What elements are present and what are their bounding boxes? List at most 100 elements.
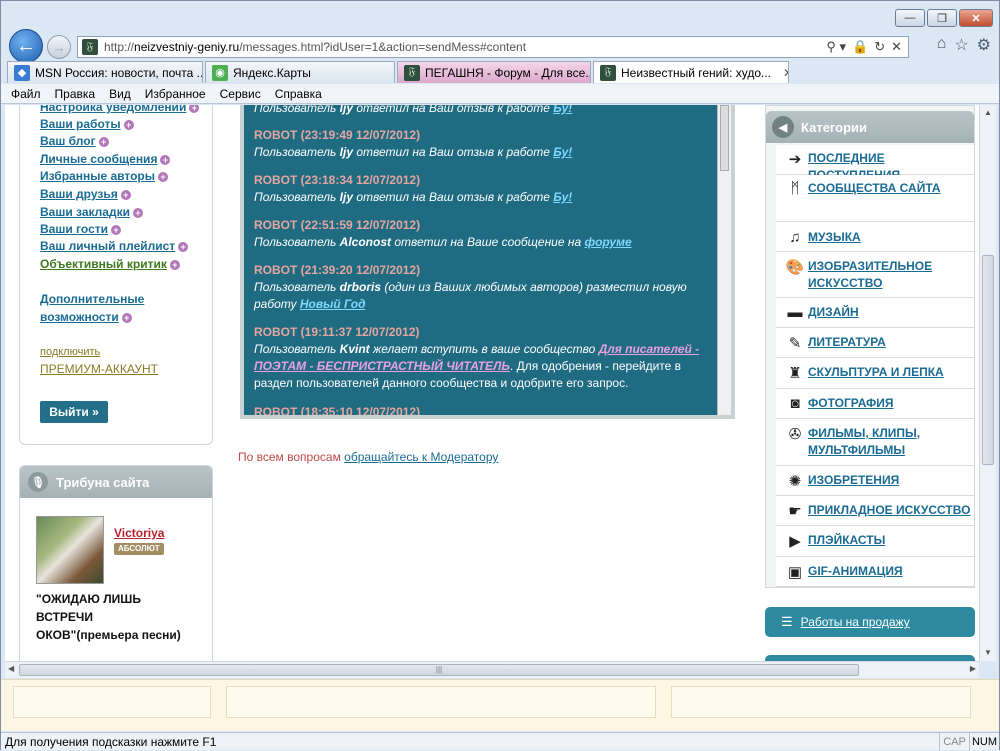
tab-label: ПЕГАШНЯ - Форум - Для все... — [425, 65, 591, 80]
messages-list[interactable]: Пользователь Ijy ответил на Ваш отзыв к … — [240, 105, 735, 419]
message-link[interactable]: форуме — [584, 235, 631, 249]
link-connect[interactable]: подключить — [40, 346, 100, 358]
category-design[interactable]: ▬ ДИЗАЙН — [776, 298, 974, 328]
menu-file[interactable]: Файл — [11, 87, 41, 101]
avatar[interactable] — [36, 516, 104, 584]
page-vertical-scrollbar[interactable]: ▲ ▼ — [979, 105, 996, 661]
scroll-left-icon[interactable]: ◀ — [8, 664, 14, 673]
browser-window: — ❐ ✕ ← → 𝔉 http://neizvestniy-geniy.ru/… — [0, 0, 1000, 751]
window-caption-buttons: — ❐ ✕ — [895, 9, 993, 27]
tab-forum[interactable]: 𝔉 ПЕГАШНЯ - Форум - Для все... — [397, 61, 591, 83]
message-link[interactable]: Бу! — [553, 145, 572, 159]
minimize-button[interactable]: — — [895, 9, 925, 27]
category-music[interactable]: ♫ МУЗЫКА — [776, 222, 974, 252]
page-horizontal-scrollbar[interactable]: ◀ ||| ▶ — [5, 661, 979, 678]
page-footer-strip — [1, 679, 999, 731]
link-personal-playlist[interactable]: Ваш личный плейлист + — [40, 239, 189, 253]
plus-icon: + — [157, 171, 168, 182]
favorites-star-icon[interactable]: ☆ — [954, 35, 968, 55]
address-url[interactable]: http://neizvestniy-geniy.ru/messages.htm… — [104, 40, 526, 54]
link-private-messages[interactable]: Личные сообщения + — [40, 152, 171, 166]
scroll-down-icon[interactable]: ▼ — [980, 645, 996, 661]
tribune-user-link[interactable]: Victoriya — [114, 526, 164, 540]
scroll-right-icon[interactable]: ▶ — [970, 664, 976, 673]
menu-tools[interactable]: Сервис — [220, 87, 261, 101]
tribune-quote[interactable]: "ОЖИДАЮ ЛИШЬ ВСТРЕЧИ ОКОВ"(премьера песн… — [36, 590, 206, 644]
scroll-thumb[interactable] — [720, 105, 729, 171]
sale-label: Работы на продажу — [800, 615, 910, 629]
gear-icon[interactable]: ⚙ — [977, 35, 991, 55]
home-icon[interactable]: ⌂ — [937, 35, 947, 55]
menu-help[interactable]: Справка — [275, 87, 322, 101]
status-bar: Для получения подсказки нажмите F1 CAP N… — [1, 732, 999, 751]
message-body: Пользователь Ijy ответил на Ваш отзыв к … — [254, 105, 714, 117]
scroll-thumb[interactable] — [982, 255, 994, 465]
link-your-blog[interactable]: Ваш блог + — [40, 134, 109, 148]
close-window-button[interactable]: ✕ — [959, 9, 993, 27]
link-your-guests[interactable]: Ваши гости + — [40, 222, 121, 236]
camera-icon: ◙ — [790, 395, 800, 412]
works-for-sale-button[interactable]: ☰ Работы на продажу — [765, 607, 975, 637]
menu-favorites[interactable]: Избранное — [145, 87, 206, 101]
category-sculpture[interactable]: ♜ СКУЛЬПТУРА И ЛЕПКА — [776, 358, 974, 389]
play-icon: ▶ — [789, 533, 801, 550]
tab-label: Неизвестный гений: худо... — [621, 65, 772, 80]
menu-edit[interactable]: Правка — [55, 87, 96, 101]
tab-close-icon[interactable]: ✕ — [783, 66, 788, 80]
message-header: ROBOT (18:35:10 12/07/2012) — [254, 405, 421, 419]
link-your-friends[interactable]: Ваши друзья + — [40, 187, 131, 201]
message-link[interactable]: Бу! — [553, 105, 572, 115]
message-link[interactable]: Новый Год — [300, 297, 366, 311]
link-premium-account[interactable]: ПРЕМИУМ-АККАУНТ — [40, 362, 158, 376]
category-photo[interactable]: ◙ ФОТОГРАФИЯ — [776, 389, 974, 419]
moderator-link[interactable]: обращайтесь к Модератору — [344, 450, 498, 464]
plus-icon: + — [120, 189, 131, 200]
category-communities[interactable]: ᛗ СООБЩЕСТВА САЙТА — [776, 175, 974, 222]
tab-strip: ◆ MSN Россия: новости, почта ... ◉ Яндек… — [7, 61, 789, 83]
category-literature[interactable]: ✎ ЛИТЕРАТУРА — [776, 328, 974, 358]
tribune-panel: 🎙 Трибуна сайта Victoriya АБСОЛЮТ "ОЖИДА… — [19, 465, 213, 661]
link-your-works[interactable]: Ваши работы + — [40, 117, 134, 131]
category-latest[interactable]: ➔ПОСЛЕДНИЕ ПОСТУПЛЕНИЯ — [776, 145, 974, 182]
maximize-button[interactable]: ❐ — [927, 9, 957, 27]
back-button[interactable]: ← — [9, 29, 43, 63]
tab-yandex-maps[interactable]: ◉ Яндекс.Карты — [205, 61, 395, 83]
footer-cell — [226, 686, 656, 718]
search-dropdown-icon[interactable]: ⚲ ▾ — [826, 39, 846, 55]
menu-view[interactable]: Вид — [109, 87, 131, 101]
tab-msn[interactable]: ◆ MSN Россия: новости, почта ... — [7, 61, 203, 83]
plus-icon: + — [98, 136, 109, 147]
messages-scrollbar[interactable] — [717, 105, 731, 415]
quote-line: ВСТРЕЧИ — [36, 610, 93, 624]
scroll-up-icon[interactable]: ▲ — [980, 105, 996, 121]
category-fine-art[interactable]: 🎨 ИЗОБРАЗИТЕЛЬНОЕ ИСКУССТВО — [776, 252, 974, 298]
category-playcasts[interactable]: ▶ ПЛЭЙКАСТЫ — [776, 526, 974, 557]
category-films[interactable]: ✇ ФИЛЬМЫ, КЛИПЫ, МУЛЬТФИЛЬМЫ — [776, 419, 974, 466]
plus-icon: + — [169, 259, 180, 270]
link-notification-settings[interactable]: Настройка уведомлений + — [40, 105, 200, 114]
category-applied-art[interactable]: ☛ ПРИКЛАДНОЕ ИСКУССТВО — [776, 496, 974, 526]
tab-active-messages[interactable]: 𝔉 Неизвестный гений: худо... ✕ — [593, 61, 789, 83]
category-inventions[interactable]: ✺ ИЗОБРЕТЕНИЯ — [776, 466, 974, 496]
address-bar[interactable]: 𝔉 http://neizvestniy-geniy.ru/messages.h… — [77, 36, 909, 58]
message-link[interactable]: Бу! — [553, 190, 572, 204]
lock-icon[interactable]: 🔒 — [852, 39, 868, 55]
message-header: ROBOT (19:11:37 12/07/2012) — [254, 325, 420, 339]
link-objective-critic[interactable]: Объективный критик + — [40, 257, 180, 271]
logout-button[interactable]: Выйти » — [40, 401, 108, 423]
music-icon: ♫ — [789, 229, 801, 246]
stop-icon[interactable]: ✕ — [891, 39, 902, 55]
url-path: /messages.html?idUser=1&action=sendMess#… — [239, 40, 527, 54]
message-body: Пользователь drboris (один из Ваших люби… — [254, 280, 687, 311]
plus-icon: + — [189, 105, 200, 113]
link-favorite-authors[interactable]: Избранные авторы + — [40, 169, 168, 183]
refresh-icon[interactable]: ↻ — [874, 39, 885, 55]
link-extra-features[interactable]: возможности + — [40, 310, 132, 324]
link-your-bookmarks[interactable]: Ваши закладки + — [40, 205, 143, 219]
link-extra-features-line1[interactable]: Дополнительные — [40, 292, 144, 306]
forward-button[interactable]: → — [47, 35, 71, 59]
category-gif[interactable]: ▣ GIF-АНИМАЦИЯ — [776, 557, 974, 587]
scroll-thumb[interactable]: ||| — [19, 664, 859, 676]
message-body: Пользователь Alconost ответил на Ваше со… — [254, 235, 632, 249]
arrow-left-icon: ← — [16, 34, 36, 57]
